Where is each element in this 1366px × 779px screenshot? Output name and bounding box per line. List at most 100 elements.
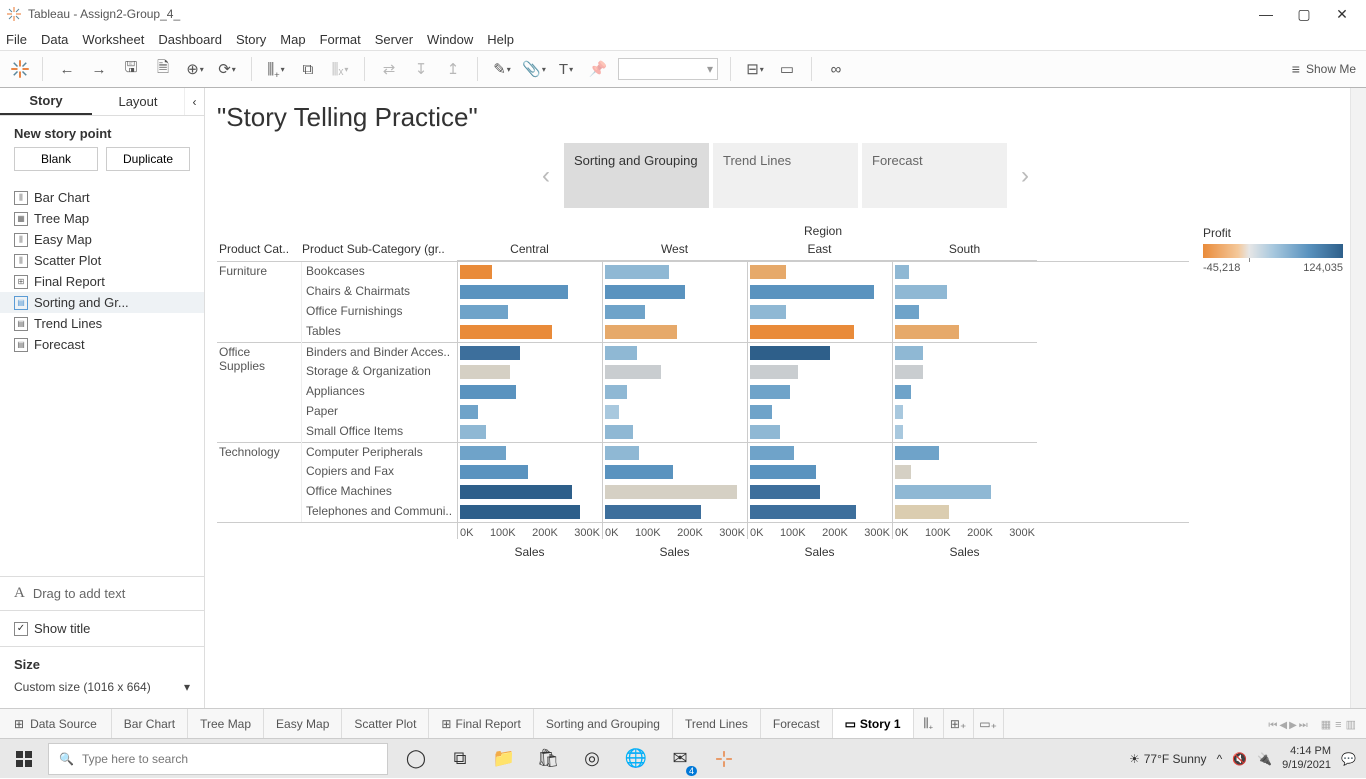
bar[interactable] [460,385,516,399]
bar[interactable] [605,325,677,339]
weather-widget[interactable]: ☀ 77°F Sunny [1129,752,1207,766]
menu-format[interactable]: Format [320,32,361,47]
bar[interactable] [895,465,911,479]
start-button[interactable] [0,739,48,779]
mail-icon[interactable]: ✉4 [658,739,702,779]
menu-window[interactable]: Window [427,32,473,47]
bar[interactable] [605,265,669,279]
bar[interactable] [750,346,830,360]
bar[interactable] [750,365,798,379]
labels-icon[interactable]: T [554,57,578,81]
new-data-icon[interactable]: 🗎 [151,57,175,81]
bar[interactable] [750,385,790,399]
volume-icon[interactable]: 🔇 [1232,752,1247,766]
sheet-tab[interactable]: Easy Map [264,709,342,738]
bar[interactable] [460,485,572,499]
tab-story-1[interactable]: ▭ Story 1 [833,709,914,738]
bar[interactable] [605,305,645,319]
highlight-icon[interactable]: ✎ [490,57,514,81]
clear-icon[interactable]: ⫼ₓ [328,57,352,81]
story-point-card[interactable]: Sorting and Grouping [564,143,709,208]
bar[interactable] [460,446,506,460]
new-dashboard-tab-icon[interactable]: ⊞₊ [944,709,974,738]
bar[interactable] [605,405,619,419]
task-view-icon[interactable]: ⧉ [438,739,482,779]
bar[interactable] [895,505,949,519]
new-sheet-icon[interactable]: ⊕ [183,57,207,81]
bar[interactable] [750,446,794,460]
bar[interactable] [605,446,639,460]
bar[interactable] [460,265,492,279]
menu-worksheet[interactable]: Worksheet [82,32,144,47]
blank-button[interactable]: Blank [14,147,98,171]
bar[interactable] [460,346,520,360]
sort-asc-icon[interactable]: ↧ [409,57,433,81]
bar[interactable] [895,346,923,360]
size-dropdown[interactable]: Custom size (1016 x 664)▾ [14,680,190,694]
maximize-button[interactable]: ▢ [1294,6,1314,23]
sidebar-sheet-item[interactable]: ⊞Final Report [0,271,204,292]
bar[interactable] [460,365,510,379]
close-button[interactable]: ✕ [1332,6,1352,23]
undo-icon[interactable]: ← [55,57,79,81]
menu-server[interactable]: Server [375,32,413,47]
bar[interactable] [460,305,508,319]
sheet-tab[interactable]: Bar Chart [112,709,188,738]
bar[interactable] [460,285,568,299]
sheet-tab[interactable]: Tree Map [188,709,264,738]
sheet-tab[interactable]: ⊞ Final Report [429,709,533,738]
menu-data[interactable]: Data [41,32,68,47]
bar[interactable] [895,285,947,299]
menu-story[interactable]: Story [236,32,266,47]
chrome-icon[interactable]: 🌐 [614,739,658,779]
sheet-tab[interactable]: Sorting and Grouping [534,709,673,738]
file-explorer-icon[interactable]: 📁 [482,739,526,779]
bar[interactable] [750,285,874,299]
bar[interactable] [895,305,919,319]
story-point-card[interactable]: Trend Lines [713,143,858,208]
bar[interactable] [605,365,661,379]
bar[interactable] [460,325,552,339]
group-icon[interactable]: 📎 [522,57,546,81]
share-icon[interactable]: ∞ [824,57,848,81]
story-title[interactable]: "Story Telling Practice" [205,88,1366,143]
bar[interactable] [895,485,991,499]
bar[interactable] [750,305,786,319]
bar[interactable] [750,425,780,439]
bar[interactable] [895,365,923,379]
bar[interactable] [460,425,486,439]
bar[interactable] [750,265,786,279]
bar[interactable] [605,346,637,360]
tab-view-controls[interactable]: ▦≡▥ [1319,717,1358,731]
new-worksheet-tab-icon[interactable]: ⫼₊ [914,709,944,738]
sidebar-tab-layout[interactable]: Layout [92,88,184,115]
redo-icon[interactable]: → [87,57,111,81]
bar[interactable] [460,405,478,419]
bar[interactable] [605,285,685,299]
bar[interactable] [750,505,856,519]
sheet-tab[interactable]: Forecast [761,709,833,738]
legend-gradient[interactable] [1203,244,1343,258]
bar[interactable] [605,385,627,399]
duplicate-icon[interactable]: ⧉ [296,57,320,81]
cortana-icon[interactable]: ◯ [394,739,438,779]
drag-to-add-text[interactable]: A Drag to add text [0,576,204,610]
tableau-icon[interactable] [10,59,30,79]
collapse-sidebar-icon[interactable]: ‹ [184,88,204,115]
bar[interactable] [895,385,911,399]
tableau-taskbar-icon[interactable] [702,739,746,779]
tray-expand-icon[interactable]: ^ [1217,752,1223,766]
menu-file[interactable]: File [6,32,27,47]
save-icon[interactable]: 🖫 [119,57,143,81]
data-source-tab[interactable]: ⊞ Data Source [0,709,112,738]
refresh-icon[interactable]: ⟳ [215,57,239,81]
sidebar-sheet-item[interactable]: ⫼Scatter Plot [0,250,204,271]
sort-desc-icon[interactable]: ↥ [441,57,465,81]
bar[interactable] [605,425,633,439]
notifications-icon[interactable]: 💬 [1341,752,1356,766]
bar[interactable] [605,485,737,499]
bar[interactable] [895,405,903,419]
bar[interactable] [460,465,528,479]
show-me-button[interactable]: ≡Show Me [1292,61,1356,77]
story-next-icon[interactable]: › [1011,162,1039,190]
